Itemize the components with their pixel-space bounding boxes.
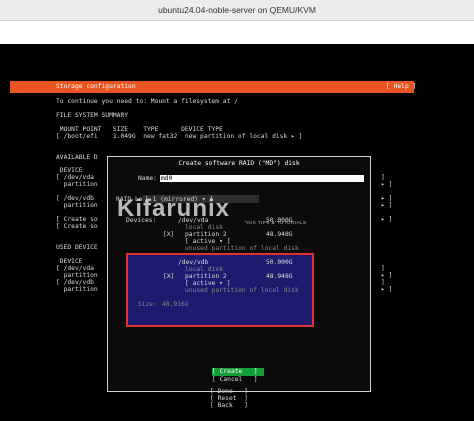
intro-text: To continue you need to: Mount a filesys… <box>56 98 238 105</box>
used-devices-heading: USED DEVICE <box>56 244 98 251</box>
create-button[interactable]: [ Create ] <box>212 368 264 376</box>
used-row-bracket: ] <box>381 279 385 286</box>
available-row-menu[interactable]: ▸ ] <box>381 202 392 209</box>
header-bar: Storage configuration [ Help ] <box>10 81 416 93</box>
available-partition-vda[interactable]: partition <box>56 181 98 188</box>
reset-button[interactable]: [ Reset ] <box>210 395 248 402</box>
device-vda-desc: local disk <box>185 224 223 231</box>
header-title: Storage configuration <box>56 83 136 90</box>
create-software-raid-action[interactable]: [ Create so <box>56 216 98 223</box>
device-vdb-role-select[interactable]: [ active ▾ ] <box>185 280 231 287</box>
available-row-menu[interactable]: ▸ ] <box>381 181 392 188</box>
available-row-menu[interactable]: ▸ ] <box>381 195 392 202</box>
device-vdb-size: 50.000G <box>266 259 293 266</box>
raid-name-input[interactable]: md0 <box>160 175 364 182</box>
window-chrome-gap <box>0 21 474 44</box>
available-device-vda[interactable]: [ /dev/vda <box>56 174 94 181</box>
used-row-menu[interactable]: ▸ ] <box>381 286 392 293</box>
available-device-column: DEVICE <box>56 167 83 174</box>
device-vda-checkbox[interactable]: [X] <box>163 231 174 238</box>
create-raid-dialog: Create software RAID ("MD") disk Name: m… <box>107 156 371 392</box>
name-label: Name: <box>138 175 157 182</box>
help-button[interactable]: [ Help ] <box>386 83 416 90</box>
device-vda-partition-size: 48.948G <box>266 231 293 238</box>
window-titlebar: ubuntu24.04-noble-server on QEMU/KVM <box>0 0 474 21</box>
fs-summary-heading: FILE SYSTEM SUMMARY <box>56 112 129 119</box>
available-row-bracket: ] <box>381 174 385 181</box>
available-device-vdb[interactable]: [ /dev/vdb <box>56 195 94 202</box>
device-vdb-checkbox[interactable]: [X] <box>163 273 174 280</box>
device-vdb-partition-desc: unused partition of local disk <box>185 287 299 294</box>
used-device-column: DEVICE <box>56 258 83 265</box>
cancel-button[interactable]: [ Cancel ] <box>212 376 258 383</box>
device-vdb-partition-size: 48.948G <box>266 273 293 280</box>
device-vdb-partition: partition 2 <box>185 273 227 280</box>
used-partition-vda[interactable]: partition <box>56 272 98 279</box>
fs-summary-row[interactable]: [ /boot/efi 1.049G new fat32 new partiti… <box>56 133 302 140</box>
available-row-menu[interactable]: ▸ ] <box>381 216 392 223</box>
watermark-logo: Kifarunix <box>117 195 231 222</box>
watermark-tagline: *NIX TIPS & TUTORIALS <box>245 220 307 225</box>
device-vda-role-select[interactable]: [ active ▾ ] <box>185 238 231 245</box>
available-partition-vdb[interactable]: partition <box>56 202 98 209</box>
used-row-menu[interactable]: ▸ ] <box>381 272 392 279</box>
used-device-vda[interactable]: [ /dev/vda <box>56 265 94 272</box>
window-title: ubuntu24.04-noble-server on QEMU/KVM <box>158 5 316 15</box>
dialog-title: Create software RAID ("MD") disk <box>178 160 300 167</box>
available-devices-heading: AVAILABLE D <box>56 154 98 161</box>
raid-name-value: md0 <box>161 175 173 182</box>
device-vdb-name: /dev/vdb <box>178 259 209 266</box>
fs-summary-columns: MOUNT POINT SIZE TYPE DEVICE TYPE <box>56 126 223 133</box>
used-partition-vdb[interactable]: partition <box>56 286 98 293</box>
back-button[interactable]: [ Back ] <box>210 402 248 409</box>
size-label: Size: <box>138 301 157 308</box>
device-vdb-desc: local disk <box>185 266 223 273</box>
device-vda-partition: partition 2 <box>185 231 227 238</box>
create-button-label: [ Create ] <box>212 368 258 375</box>
done-button[interactable]: [ Done ] <box>210 388 248 395</box>
installer-screen: Storage configuration [ Help ] To contin… <box>0 44 474 421</box>
create-volume-group-action[interactable]: [ Create so <box>56 223 98 230</box>
used-device-vdb[interactable]: [ /dev/vdb <box>56 279 94 286</box>
size-value: 48.916G <box>162 301 189 308</box>
used-row-bracket: ] <box>381 265 385 272</box>
device-vda-partition-desc: unused partition of local disk <box>185 245 299 252</box>
